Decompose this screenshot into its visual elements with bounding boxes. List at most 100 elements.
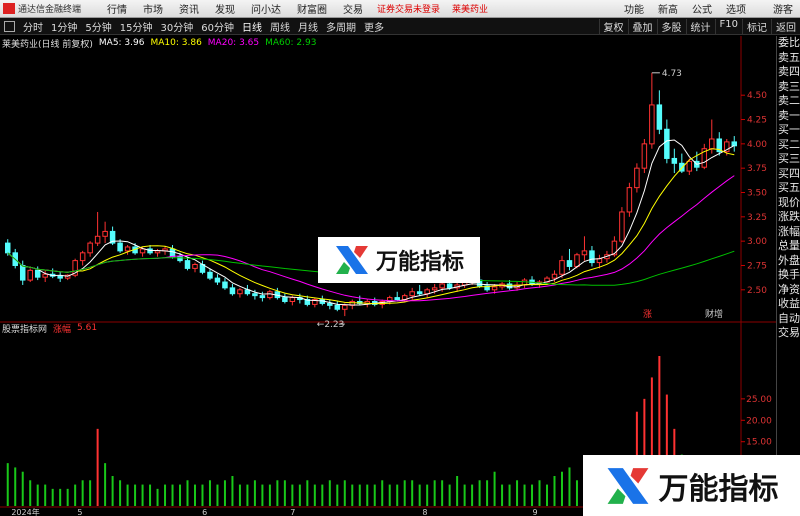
login-notice[interactable]: 证券交易未登录 xyxy=(377,2,440,15)
volume-bar xyxy=(448,484,451,506)
btn-overlay[interactable]: 叠加 xyxy=(627,18,657,34)
menu-item-market[interactable]: 行情 xyxy=(107,1,127,16)
period-5min[interactable]: 5分钟 xyxy=(85,19,111,34)
candle-body xyxy=(731,141,738,147)
candle-body xyxy=(237,289,243,295)
menu-item-markets[interactable]: 市场 xyxy=(143,1,163,16)
time-axis-label: 8 xyxy=(422,508,427,516)
panel-toggle-icon[interactable] xyxy=(4,20,15,32)
volume-legend: 股票指标网 涨幅 5.61 xyxy=(0,322,103,335)
volume-bar xyxy=(29,480,32,506)
time-axis-label: 9 xyxy=(532,508,537,516)
vol-tick-label: 20.00 xyxy=(746,416,772,426)
volume-bar xyxy=(411,480,414,506)
btn-adjust[interactable]: 复权 xyxy=(598,18,628,34)
menu-item-wealth[interactable]: 财富圈 xyxy=(297,1,327,16)
volume-bar xyxy=(201,484,204,506)
price-tick-label: 4.50 xyxy=(747,91,767,101)
btn-back[interactable]: 返回 xyxy=(771,18,800,34)
menu-item-assistant[interactable]: 问小达 xyxy=(251,1,281,16)
menu-item-news[interactable]: 资讯 xyxy=(179,1,199,16)
candle-body xyxy=(649,104,655,145)
candle-body xyxy=(446,283,453,289)
volume-bar xyxy=(89,480,92,506)
candle-body xyxy=(641,143,648,169)
candle-body xyxy=(117,242,123,252)
volume-bar xyxy=(6,463,9,506)
menu-guest[interactable]: 游客 xyxy=(773,1,793,16)
sidebar-label-14: 总量 xyxy=(778,239,800,252)
volume-bar xyxy=(516,480,519,506)
volume-bar xyxy=(231,476,234,506)
menu-item-discover[interactable]: 发现 xyxy=(215,1,235,16)
period-30min[interactable]: 30分钟 xyxy=(160,19,193,34)
btn-multi-stock[interactable]: 多股 xyxy=(656,18,686,34)
volume-bar xyxy=(568,467,571,506)
candle-body xyxy=(42,273,48,278)
candle-body xyxy=(566,260,573,267)
candle-body xyxy=(27,269,33,281)
btn-mark[interactable]: 标记 xyxy=(742,18,771,34)
volume-bar xyxy=(358,484,361,506)
period-more[interactable]: 更多 xyxy=(364,19,384,34)
marker-zhang: 涨 xyxy=(643,309,652,320)
menu-new-high[interactable]: 新高 xyxy=(658,1,678,16)
menu-formula[interactable]: 公式 xyxy=(692,1,712,16)
sidebar-label-18: 收益 xyxy=(778,297,800,310)
menu-options[interactable]: 选项 xyxy=(726,1,746,16)
menu-item-trade[interactable]: 交易 xyxy=(343,1,363,16)
period-weekly[interactable]: 周线 xyxy=(270,19,290,34)
toolbar-right: 复权 叠加 多股 统计 F10 标记 返回 xyxy=(598,18,800,34)
volume-bar xyxy=(426,484,429,506)
sidebar-label-4: 卖二 xyxy=(778,94,800,107)
volume-bar xyxy=(538,480,541,506)
volume-bar xyxy=(111,476,114,506)
period-1min[interactable]: 1分钟 xyxy=(51,19,77,34)
time-axis-label: 7 xyxy=(290,508,295,516)
volume-bar xyxy=(74,484,77,506)
sidebar-label-13: 涨幅 xyxy=(778,224,800,238)
indicator-value: 5.61 xyxy=(77,323,98,333)
volume-bar xyxy=(126,484,129,506)
period-intraday[interactable]: 分时 xyxy=(23,19,43,34)
time-axis-label: 2024年 xyxy=(11,507,39,516)
candle-body xyxy=(87,242,93,254)
sidebar-label-10: 买五 xyxy=(778,181,800,194)
volume-bar xyxy=(396,484,399,506)
candle-body xyxy=(656,104,663,130)
volume-bar xyxy=(575,480,578,506)
volume-bar xyxy=(298,484,301,506)
sidebar-label-15: 外盘 xyxy=(778,253,800,267)
period-15min[interactable]: 15分钟 xyxy=(120,19,153,34)
period-multi[interactable]: 多周期 xyxy=(326,19,356,34)
volume-bar xyxy=(418,484,421,506)
volume-bar xyxy=(373,484,376,506)
candle-body xyxy=(709,138,715,150)
candle-body xyxy=(184,260,191,269)
menu-right: 功能 新高 公式 选项 游客 xyxy=(617,1,800,16)
btn-stats[interactable]: 统计 xyxy=(685,18,715,34)
watermark-logo-icon xyxy=(335,246,368,274)
sidebar-label-0: 委比 xyxy=(778,36,800,49)
price-tick-label: 2.75 xyxy=(747,261,767,271)
volume-bar xyxy=(171,484,174,506)
btn-f10[interactable]: F10 xyxy=(714,18,742,34)
candle-body xyxy=(4,242,11,254)
volume-bar xyxy=(493,471,496,506)
period-60min[interactable]: 60分钟 xyxy=(201,19,234,34)
volume-bar xyxy=(523,484,526,506)
volume-bar xyxy=(403,480,406,506)
volume-bar xyxy=(306,480,309,506)
volume-bar xyxy=(81,480,84,506)
menu-bar: 通达信金融终端 行情 市场 资讯 发现 问小达 财富圈 交易 证券交易未登录 莱… xyxy=(0,0,800,18)
indicator-label: 涨幅 xyxy=(53,324,72,335)
price-tick-label: 4.00 xyxy=(747,140,767,150)
period-daily[interactable]: 日线 xyxy=(242,19,262,34)
sidebar-label-12: 涨跌 xyxy=(778,210,800,223)
menu-function[interactable]: 功能 xyxy=(624,1,644,16)
period-monthly[interactable]: 月线 xyxy=(298,19,318,34)
time-axis-label: 6 xyxy=(202,508,207,516)
candle-body xyxy=(102,230,108,237)
candle-body xyxy=(222,281,228,289)
app-title: 通达信金融终端 xyxy=(18,5,82,15)
